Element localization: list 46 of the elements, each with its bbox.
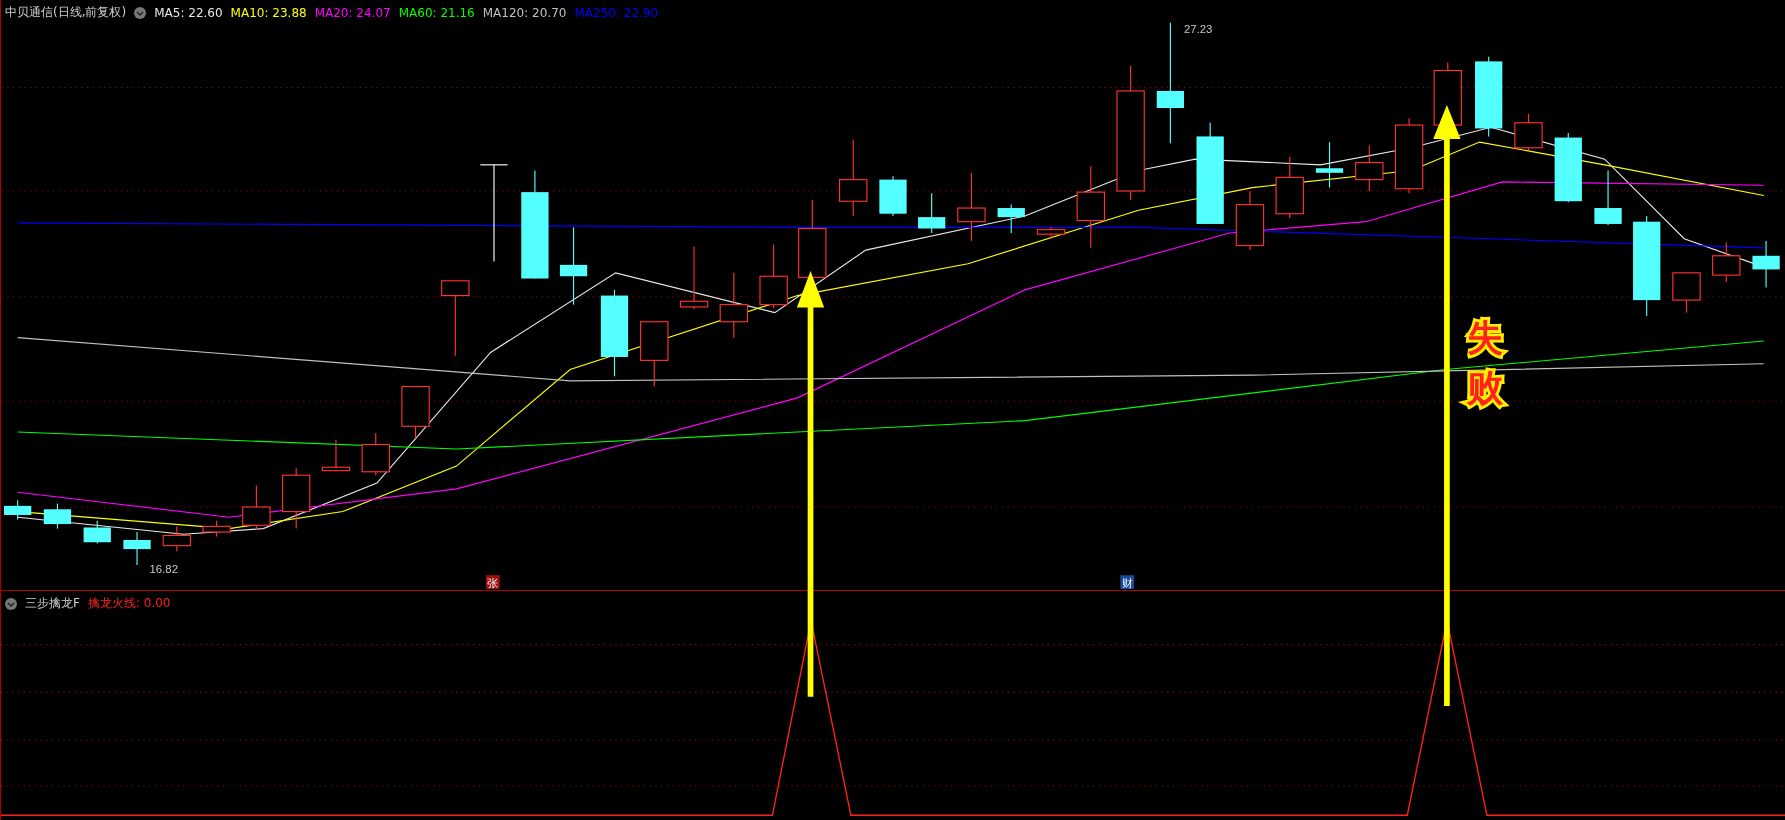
candlestick	[1594, 169, 1622, 226]
candlestick	[123, 531, 151, 566]
candlestick	[957, 172, 986, 242]
candlestick	[1275, 156, 1304, 219]
candlestick	[361, 432, 390, 476]
event-marker[interactable]: 张	[486, 575, 500, 590]
candlestick	[1752, 240, 1780, 289]
candlestick	[1235, 190, 1265, 251]
candlestick	[1514, 113, 1543, 151]
indicator-title: 三步擒龙F	[25, 595, 80, 612]
candlestick	[1672, 272, 1701, 314]
candlestick	[242, 484, 271, 531]
moving-average-value: MA5: 22.60	[154, 5, 223, 20]
stock-title: 中贝通信(日线,前复权)	[5, 4, 127, 21]
indicator-value: 擒龙火线: 0.00	[87, 595, 171, 612]
candlestick	[321, 439, 351, 472]
dropdown-icon[interactable]	[5, 597, 17, 610]
candlestick	[4, 499, 32, 521]
moving-average-value: MA60: 21.16	[398, 5, 475, 20]
low-price-label: 16.82	[149, 562, 178, 575]
candlestick	[997, 204, 1025, 234]
candlestick	[1355, 144, 1384, 192]
candlestick	[401, 385, 430, 439]
candlestick	[1315, 141, 1344, 189]
high-price-label: 27.23	[1184, 22, 1213, 35]
dropdown-icon[interactable]	[134, 6, 147, 19]
candlestick	[281, 467, 311, 530]
candlestick	[83, 520, 111, 544]
moving-average-value: MA120: 20.70	[482, 5, 567, 20]
moving-average-value: MA20: 24.07	[314, 5, 391, 20]
candlestick	[1554, 132, 1582, 203]
candlestick	[759, 243, 788, 309]
candlestick	[719, 272, 749, 339]
candlestick	[202, 520, 231, 538]
candlestick	[640, 321, 669, 388]
moving-average-value: MA10: 23.88	[230, 5, 307, 20]
candlestick	[162, 525, 192, 552]
candlestick	[43, 503, 72, 530]
event-marker[interactable]: 财	[1120, 575, 1134, 590]
candlestick	[1036, 226, 1066, 240]
candlestick	[918, 192, 946, 234]
candlestick	[1712, 241, 1741, 283]
moving-average-value: MA250: 22.90	[574, 5, 659, 20]
annotation-text: 失	[1467, 316, 1504, 360]
candlestick	[879, 175, 907, 217]
candlestick	[679, 246, 709, 310]
